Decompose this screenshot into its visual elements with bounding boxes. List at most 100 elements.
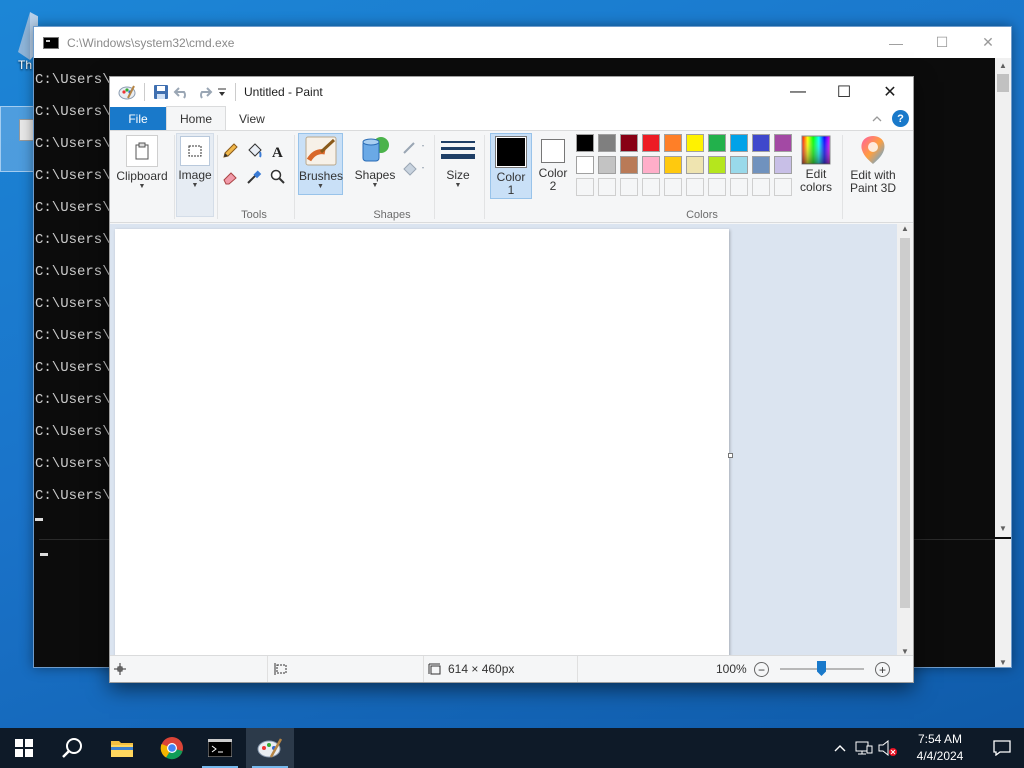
palette-color-swatch[interactable] (730, 156, 748, 174)
collapse-ribbon-icon[interactable] (872, 115, 882, 123)
image-button[interactable]: Image ▼ (176, 133, 214, 217)
cmd-lower-scrollbar[interactable]: ▼ (995, 539, 1011, 667)
cmd-line: C:\Users\ (35, 296, 111, 312)
palette-color-swatch[interactable] (752, 156, 770, 174)
palette-color-swatch[interactable] (620, 134, 638, 152)
outline-icon[interactable] (400, 137, 428, 157)
brushes-button[interactable]: Brushes ▼ (298, 133, 343, 195)
customize-qat-icon[interactable] (217, 86, 227, 98)
cmd-scroll-down-icon[interactable]: ▼ (995, 521, 1011, 537)
tab-file[interactable]: File (110, 107, 166, 130)
notifications-button[interactable] (980, 740, 1024, 756)
svg-text:A: A (272, 145, 283, 159)
start-button[interactable] (0, 728, 48, 768)
scroll-thumb[interactable] (900, 238, 910, 608)
palette-color-swatch[interactable] (598, 134, 616, 152)
drawing-canvas[interactable] (115, 229, 729, 659)
palette-color-swatch[interactable] (774, 156, 792, 174)
colors-group-label: Colors (686, 209, 718, 221)
brush-icon (305, 136, 336, 166)
save-icon[interactable] (153, 84, 169, 100)
zoom-in-icon[interactable]: + (875, 662, 890, 677)
eraser-icon[interactable] (220, 167, 240, 187)
color1-button[interactable]: Color 1 (490, 133, 532, 199)
cmd-titlebar[interactable]: C:\Windows\system32\cmd.exe — ☐ ✕ (34, 27, 1011, 58)
cmd-close-button[interactable]: ✕ (965, 27, 1011, 58)
selection-size-icon (274, 663, 287, 675)
palette-color-swatch[interactable] (708, 156, 726, 174)
cmd-line: C:\Users\ (35, 424, 111, 440)
show-hidden-icons-button[interactable] (828, 744, 852, 752)
palette-color-swatch[interactable] (620, 156, 638, 174)
palette-custom-slot[interactable] (730, 178, 748, 196)
tab-view[interactable]: View (226, 107, 278, 130)
canvas-work-area[interactable] (110, 224, 898, 659)
palette-custom-slot[interactable] (664, 178, 682, 196)
tab-home[interactable]: Home (166, 106, 227, 130)
folder-icon (111, 741, 133, 757)
paint-window[interactable]: Untitled - Paint — ☐ ✕ File Home View ? … (109, 76, 914, 683)
color-picker-icon[interactable] (244, 167, 264, 187)
palette-color-swatch[interactable] (752, 134, 770, 152)
palette-color-swatch[interactable] (576, 134, 594, 152)
palette-custom-slot[interactable] (686, 178, 704, 196)
size-button[interactable]: Size ▼ (438, 133, 478, 195)
zoom-slider-thumb[interactable] (817, 661, 826, 676)
scroll-up-icon[interactable]: ▲ (897, 224, 913, 233)
clipboard-button[interactable]: Clipboard ▼ (114, 133, 170, 201)
palette-custom-slot[interactable] (774, 178, 792, 196)
palette-custom-slot[interactable] (752, 178, 770, 196)
fill-bucket-icon[interactable] (244, 141, 264, 161)
canvas-vertical-scrollbar[interactable]: ▲ ▼ (897, 224, 913, 656)
magnifier-icon[interactable] (268, 167, 288, 187)
palette-color-swatch[interactable] (730, 134, 748, 152)
palette-color-swatch[interactable] (686, 134, 704, 152)
cmd-scroll-thumb[interactable] (997, 74, 1009, 92)
taskbar-clock[interactable]: 7:54 AM 4/4/2024 (900, 731, 980, 765)
edit-with-paint3d-button[interactable]: Edit with Paint 3D (846, 133, 900, 199)
cmd-maximize-button[interactable]: ☐ (919, 27, 965, 58)
volume-button[interactable] (876, 740, 900, 756)
cmd-lower-scroll-down-icon[interactable]: ▼ (995, 658, 1011, 667)
palette-color-swatch[interactable] (642, 134, 660, 152)
palette-custom-slot[interactable] (708, 178, 726, 196)
palette-custom-slot[interactable] (598, 178, 616, 196)
search-button[interactable] (48, 728, 96, 768)
palette-color-swatch[interactable] (642, 156, 660, 174)
palette-custom-slot[interactable] (620, 178, 638, 196)
pencil-icon[interactable] (220, 141, 240, 161)
palette-color-swatch[interactable] (664, 156, 682, 174)
cmd-scrollbar[interactable]: ▲ ▼ (995, 58, 1011, 537)
palette-color-swatch[interactable] (686, 156, 704, 174)
palette-custom-slot[interactable] (642, 178, 660, 196)
palette-color-swatch[interactable] (708, 134, 726, 152)
palette-custom-slot[interactable] (576, 178, 594, 196)
cmd-scroll-up-icon[interactable]: ▲ (995, 58, 1011, 74)
shapes-button[interactable]: Shapes ▼ (352, 133, 398, 195)
taskbar-chrome[interactable] (148, 728, 196, 768)
taskbar-file-explorer[interactable] (98, 728, 146, 768)
palette-color-swatch[interactable] (774, 134, 792, 152)
taskbar-paint[interactable] (246, 728, 294, 768)
color2-button[interactable]: Color 2 (534, 133, 572, 199)
canvas-resize-handle-right[interactable] (728, 453, 733, 458)
cmd-minimize-button[interactable]: — (873, 27, 919, 58)
paint-close-button[interactable]: ✕ (867, 77, 913, 107)
undo-icon[interactable] (173, 84, 191, 100)
paint-titlebar[interactable]: Untitled - Paint — ☐ ✕ (110, 77, 913, 107)
help-icon[interactable]: ? (892, 110, 909, 127)
edit-colors-button[interactable]: Edit colors (796, 133, 836, 199)
zoom-out-icon[interactable]: − (754, 662, 769, 677)
palette-color-swatch[interactable] (664, 134, 682, 152)
palette-color-swatch[interactable] (576, 156, 594, 174)
palette-color-swatch[interactable] (598, 156, 616, 174)
fill-icon[interactable] (400, 159, 428, 179)
paint-minimize-button[interactable]: — (775, 77, 821, 107)
chevron-down-icon: ▼ (317, 183, 324, 190)
taskbar-cmd[interactable] (196, 728, 244, 768)
text-icon[interactable]: A (268, 141, 288, 161)
network-button[interactable] (852, 740, 876, 756)
paint-maximize-button[interactable]: ☐ (821, 77, 867, 107)
redo-icon[interactable] (195, 84, 213, 100)
desktop-icon-selected[interactable] (0, 106, 36, 172)
